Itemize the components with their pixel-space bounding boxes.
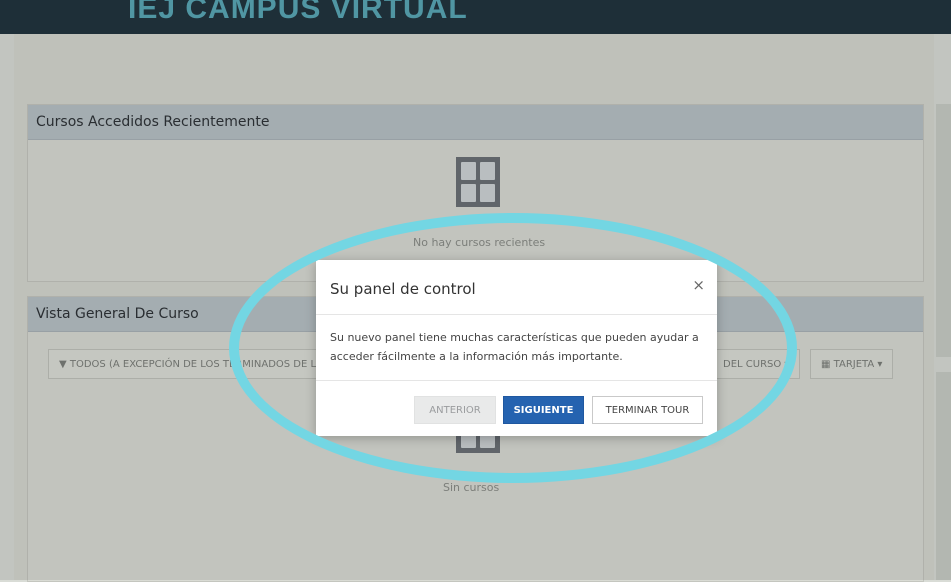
highlight-ring — [229, 213, 797, 483]
